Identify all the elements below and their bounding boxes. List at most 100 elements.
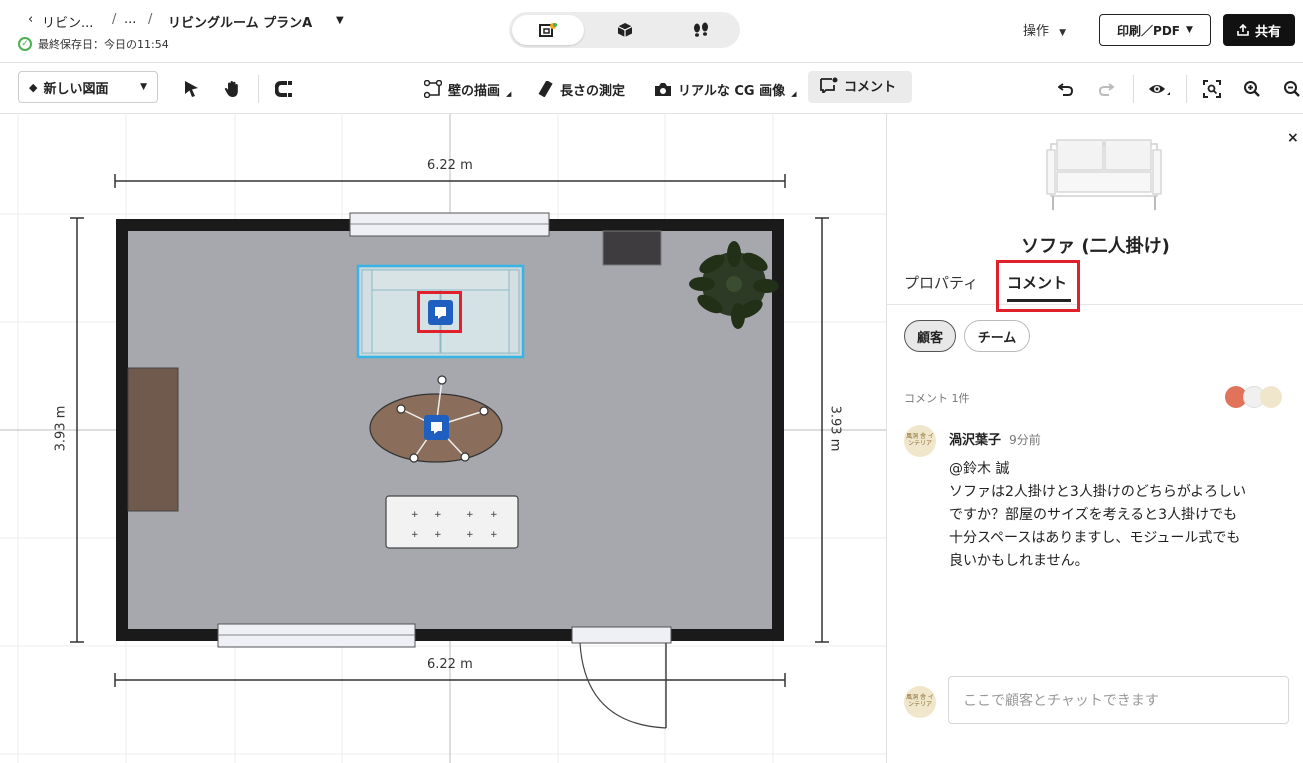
corner-caret-icon: ◢ — [791, 90, 797, 98]
svg-text:+: + — [466, 530, 474, 540]
comment-text-line: ですか？部屋のサイズを考えると3人掛けでも — [949, 507, 1238, 523]
toolbar-divider — [1186, 75, 1187, 103]
undo-button[interactable] — [1058, 77, 1074, 101]
caret-down-icon: ▼ — [140, 82, 147, 92]
chat-input[interactable]: ここで顧客とチャットできます — [948, 676, 1289, 724]
actions-label: 操作 — [1023, 24, 1050, 39]
check-circle-icon: ✓ — [18, 37, 32, 51]
view-2d-button[interactable] — [512, 15, 584, 45]
top-header: ‹ リビン... / ... / リビングルーム プランA ▼ ✓ 最終保存日：… — [0, 0, 1303, 62]
print-label: 印刷／PDF — [1117, 23, 1181, 38]
visibility-toggle[interactable] — [1148, 77, 1170, 101]
share-button[interactable]: 共有 — [1223, 14, 1295, 46]
dimension-label-left: 3.93 m — [53, 405, 69, 452]
print-pdf-button[interactable]: 印刷／PDF ▼ — [1099, 14, 1211, 46]
sofa-thumbnail — [1046, 139, 1162, 210]
filter-customer[interactable]: 顧客 — [904, 320, 956, 352]
fit-view-button[interactable] — [1203, 77, 1221, 101]
svg-text:+: + — [490, 510, 498, 520]
comment-text-line: 良いかもしれません。 — [949, 553, 1089, 569]
magnet-snap-tool[interactable] — [275, 77, 293, 101]
breadcrumb-root[interactable]: リビン... — [42, 12, 93, 31]
comment-add-icon — [820, 77, 838, 93]
select-tool[interactable] — [183, 77, 199, 101]
floorplan-canvas[interactable]: + + + + + + + + 6.22 m 6.22 m 3.93 m 3.9… — [0, 114, 886, 763]
participant-avatar — [1260, 386, 1282, 408]
measure-tool[interactable]: 長さの測定 — [538, 77, 625, 101]
svg-text:+: + — [466, 510, 474, 520]
3d-box-icon — [617, 23, 633, 37]
caret-down-icon[interactable]: ▼ — [336, 15, 344, 26]
hand-icon — [224, 81, 238, 97]
share-label: 共有 — [1254, 24, 1281, 40]
comment-count: コメント 1件 — [904, 392, 970, 405]
view-mode-switch — [509, 12, 740, 48]
view-3d-button[interactable] — [589, 15, 661, 45]
toolbar-divider — [258, 75, 259, 103]
actions-menu[interactable]: 操作 ▼ — [1023, 20, 1066, 39]
zoom-out-icon — [1284, 81, 1300, 97]
highlight-comment-tab — [996, 260, 1080, 312]
comment-pin-table[interactable] — [424, 415, 449, 440]
comment-label: コメント — [844, 79, 897, 95]
view-walkthrough-button[interactable] — [665, 15, 737, 45]
undo-icon — [1058, 83, 1074, 96]
floor-dropdown[interactable]: ◆ 新しい図面 ▼ — [18, 71, 158, 103]
door-frame[interactable] — [571, 626, 672, 644]
last-saved-text: 最終保存日：今日の11:54 — [38, 38, 169, 51]
close-icon[interactable]: × — [1287, 130, 1299, 146]
door-swing-arc — [579, 642, 667, 729]
render-tool[interactable]: リアルな CG 画像 ◢ — [654, 77, 797, 101]
camera-icon — [655, 83, 671, 96]
magnet-icon — [275, 81, 292, 97]
svg-text:+: + — [411, 530, 419, 540]
zoom-in-icon — [1244, 81, 1260, 97]
comment-text-line: 十分スペースはありますし、モジュール式でも — [949, 530, 1241, 546]
upload-share-icon — [1237, 24, 1249, 36]
comment-header: 渦沢葉子 9分前 — [949, 429, 1041, 448]
side-cabinet[interactable] — [602, 230, 662, 266]
comment-time: 9分前 — [1009, 433, 1041, 447]
layers-icon: ◆ — [29, 80, 38, 94]
caret-down-icon: ▼ — [1186, 25, 1193, 35]
pan-tool[interactable] — [223, 77, 241, 101]
2d-plan-icon — [539, 23, 557, 37]
filter-team[interactable]: チーム — [964, 320, 1030, 352]
comment-tool[interactable]: コメント — [820, 73, 896, 97]
draw-walls-tool[interactable]: 壁の描画 ◢ — [424, 77, 511, 101]
tabs-divider — [887, 304, 1303, 305]
caret-down-icon: ▼ — [1059, 28, 1067, 38]
tab-properties[interactable]: プロパティ — [904, 272, 978, 293]
redo-icon — [1098, 83, 1114, 96]
dimension-label-right: 3.93 m — [827, 405, 843, 452]
svg-text:+: + — [411, 510, 419, 520]
svg-text:+: + — [490, 530, 498, 540]
eye-icon — [1149, 85, 1170, 95]
render-label: リアルな CG 画像 — [678, 83, 786, 99]
comment-mention[interactable]: @鈴木 誠 — [949, 458, 1289, 481]
tufted-ottoman[interactable]: + + + + + + + + — [385, 495, 519, 549]
zoom-in-button[interactable] — [1243, 77, 1261, 101]
commenter-avatar: 風洞 舎 インテリア — [904, 425, 936, 457]
tv-console[interactable] — [127, 367, 179, 512]
ruler-icon — [538, 81, 553, 97]
svg-text:+: + — [434, 530, 442, 540]
current-user-avatar: 風洞 舎 インテリア — [904, 686, 936, 718]
comment-side-panel: × ソファ (二人掛け) プロパティ コメント 顧客 チーム コメント 1件 風… — [886, 114, 1303, 763]
comment-text-line: ソファは2人掛けと3人掛けのどちらがよろしい — [949, 484, 1247, 500]
zoom-out-button[interactable] — [1283, 77, 1301, 101]
item-title: ソファ (二人掛け) — [1021, 236, 1170, 257]
measure-label: 長さの測定 — [560, 83, 626, 99]
floor-dropdown-label: 新しい図面 — [43, 81, 109, 97]
wall-polyline-icon — [424, 80, 442, 98]
back-chevron-icon[interactable]: ‹ — [28, 12, 33, 27]
breadcrumb-separator: / — [112, 12, 117, 27]
save-status: ✓ 最終保存日：今日の11:54 — [18, 36, 169, 52]
draw-walls-label: 壁の描画 — [448, 83, 501, 99]
comment-body: @鈴木 誠 ソファは2人掛けと3人掛けのどちらがよろしい ですか？部屋のサイズを… — [949, 458, 1289, 573]
project-title[interactable]: リビングルーム プランA — [168, 12, 312, 31]
focus-frame-icon — [1203, 80, 1221, 98]
redo-button[interactable] — [1098, 77, 1114, 101]
breadcrumb-mid[interactable]: ... — [124, 12, 136, 27]
breadcrumb-separator: / — [148, 12, 153, 27]
